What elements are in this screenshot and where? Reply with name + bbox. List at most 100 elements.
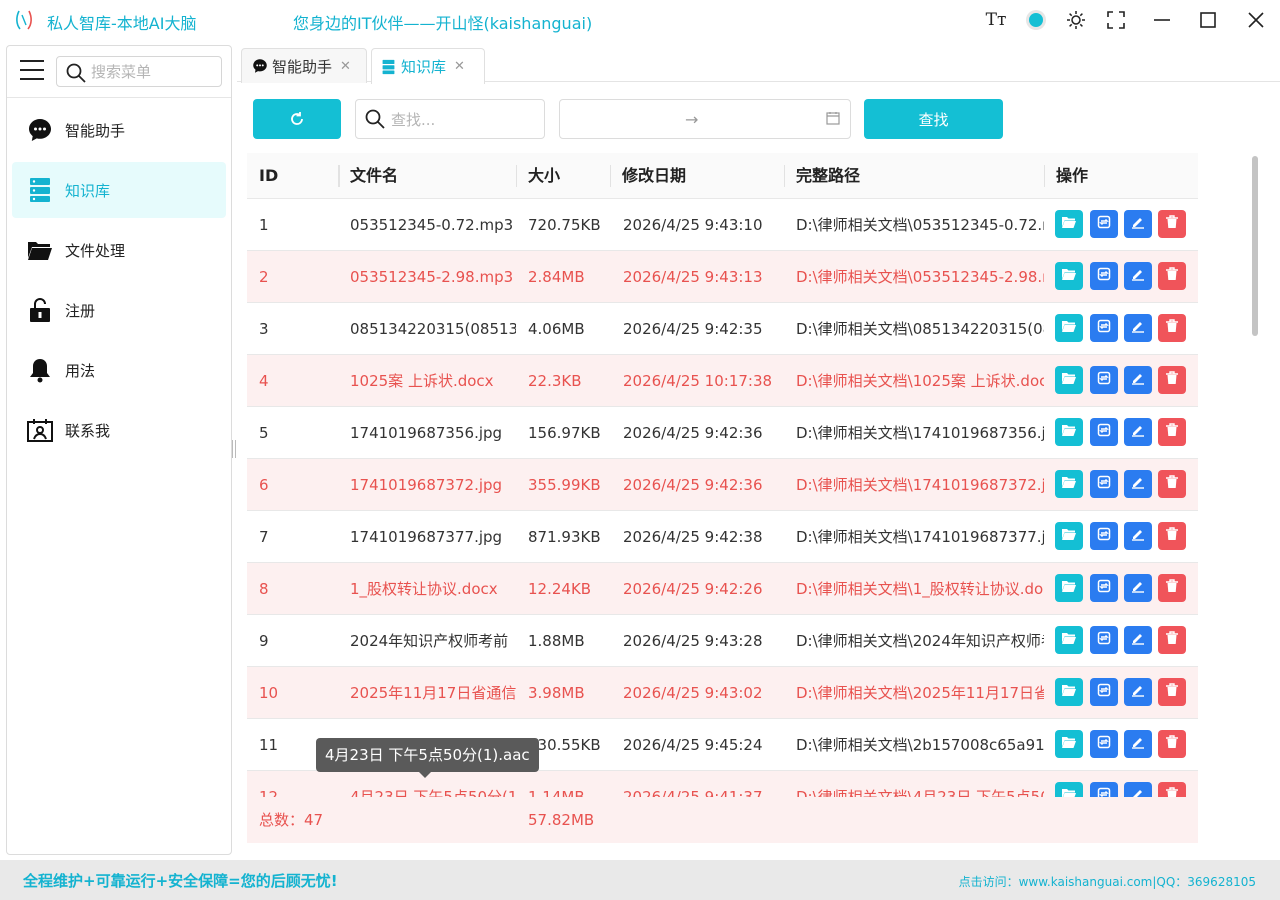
refresh-button[interactable] bbox=[253, 99, 341, 139]
hamburger-icon[interactable] bbox=[20, 60, 44, 82]
footer-website-link[interactable]: 点击访问：www.kaishanguai.com|QQ：369628105 bbox=[959, 873, 1256, 890]
sync-button[interactable] bbox=[1090, 626, 1118, 654]
find-button[interactable]: 查找 bbox=[864, 99, 1003, 139]
table-row[interactable]: 7 1741019687377.jpg 871.93KB 2026/4/25 9:42… bbox=[247, 511, 1198, 563]
open-folder-button[interactable] bbox=[1055, 418, 1083, 446]
open-folder-button[interactable] bbox=[1055, 626, 1083, 654]
font-size-icon[interactable]: Tт bbox=[984, 8, 1008, 32]
table-row[interactable]: 10 2025年11月17日省通信 3.98MB 2026/4/25 9:43:02 D… bbox=[247, 667, 1198, 719]
sidebar-item-file-processing[interactable]: 文件处理 bbox=[12, 222, 226, 278]
sidebar-item-contact[interactable]: 联系我 bbox=[12, 402, 226, 458]
open-folder-button[interactable] bbox=[1055, 366, 1083, 394]
splitter-handle[interactable] bbox=[232, 440, 236, 458]
table-row[interactable]: 5 1741019687356.jpg 156.97KB 2026/4/25 9:42… bbox=[247, 407, 1198, 459]
cell-id: 6 bbox=[259, 476, 269, 494]
minimize-icon[interactable] bbox=[1150, 8, 1174, 32]
app-title: 私人智库-本地AI大脑 bbox=[47, 14, 197, 33]
open-folder-button[interactable] bbox=[1055, 574, 1083, 602]
open-folder-button[interactable] bbox=[1055, 782, 1083, 797]
menu-search[interactable] bbox=[56, 56, 222, 87]
sidebar-item-knowledge[interactable]: 知识库 bbox=[12, 162, 226, 218]
status-footer: 全程维护+可靠运行+安全保障=您的后顾无忧! 点击访问：www.kaishang… bbox=[0, 860, 1280, 900]
tab-close-icon[interactable]: ✕ bbox=[454, 59, 465, 74]
table-row[interactable]: 12 4月23日 下午5点50分(1).aac 1.14MB 2026/4/25 9:… bbox=[247, 771, 1198, 797]
sidebar-item-usage[interactable]: 用法 bbox=[12, 342, 226, 398]
edit-icon bbox=[1131, 215, 1145, 233]
delete-button[interactable] bbox=[1158, 262, 1186, 290]
file-search[interactable] bbox=[355, 99, 545, 139]
edit-button[interactable] bbox=[1124, 470, 1152, 498]
open-folder-button[interactable] bbox=[1055, 262, 1083, 290]
edit-button[interactable] bbox=[1124, 210, 1152, 238]
open-folder-button[interactable] bbox=[1055, 678, 1083, 706]
delete-button[interactable] bbox=[1158, 678, 1186, 706]
cell-filename: 1741019687372.jpg bbox=[350, 476, 503, 494]
tab-close-icon[interactable]: ✕ bbox=[340, 59, 351, 74]
sync-button[interactable] bbox=[1090, 574, 1118, 602]
maximize-icon[interactable] bbox=[1196, 8, 1220, 32]
tab-label: 智能助手 bbox=[272, 57, 333, 76]
delete-button[interactable] bbox=[1158, 574, 1186, 602]
delete-button[interactable] bbox=[1158, 470, 1186, 498]
row-actions bbox=[1055, 210, 1195, 240]
close-icon[interactable] bbox=[1244, 8, 1268, 32]
delete-button[interactable] bbox=[1158, 626, 1186, 654]
table-row[interactable]: 9 2024年知识产权师考前 1.88MB 2026/4/25 9:43:28 D:\律… bbox=[247, 615, 1198, 667]
tab-knowledge[interactable]: 知识库 ✕ bbox=[371, 48, 485, 84]
edit-button[interactable] bbox=[1124, 522, 1152, 550]
sun-icon[interactable] bbox=[1064, 8, 1088, 32]
sync-button[interactable] bbox=[1090, 678, 1118, 706]
open-folder-button[interactable] bbox=[1055, 470, 1083, 498]
delete-button[interactable] bbox=[1158, 314, 1186, 342]
delete-button[interactable] bbox=[1158, 522, 1186, 550]
trash-icon bbox=[1165, 735, 1179, 753]
edit-button[interactable] bbox=[1124, 262, 1152, 290]
edit-button[interactable] bbox=[1124, 626, 1152, 654]
delete-button[interactable] bbox=[1158, 366, 1186, 394]
edit-button[interactable] bbox=[1124, 678, 1152, 706]
edit-button[interactable] bbox=[1124, 314, 1152, 342]
tab-assistant[interactable]: 智能助手 ✕ bbox=[241, 48, 367, 83]
row-actions bbox=[1055, 782, 1195, 797]
total-count: 总数：47 bbox=[259, 811, 324, 829]
theme-color-icon[interactable] bbox=[1024, 8, 1048, 32]
fullscreen-icon[interactable] bbox=[1104, 8, 1128, 32]
sync-button[interactable] bbox=[1090, 314, 1118, 342]
edit-button[interactable] bbox=[1124, 574, 1152, 602]
sync-button[interactable] bbox=[1090, 730, 1118, 758]
open-folder-button[interactable] bbox=[1055, 210, 1083, 238]
edit-button[interactable] bbox=[1124, 418, 1152, 446]
sync-icon bbox=[1097, 735, 1111, 753]
delete-button[interactable] bbox=[1158, 730, 1186, 758]
edit-button[interactable] bbox=[1124, 730, 1152, 758]
sidebar-item-assistant[interactable]: 智能助手 bbox=[12, 102, 226, 158]
table-row[interactable]: 8 1_股权转让协议.docx 12.24KB 2026/4/25 9:42:26 D:… bbox=[247, 563, 1198, 615]
date-range-picker[interactable]: → bbox=[559, 99, 851, 139]
sync-button[interactable] bbox=[1090, 522, 1118, 550]
edit-button[interactable] bbox=[1124, 366, 1152, 394]
delete-button[interactable] bbox=[1158, 418, 1186, 446]
menu-search-input[interactable] bbox=[91, 62, 216, 82]
open-folder-button[interactable] bbox=[1055, 522, 1083, 550]
table-scrollbar[interactable] bbox=[1252, 156, 1258, 336]
sync-button[interactable] bbox=[1090, 366, 1118, 394]
table-row[interactable]: 1 053512345-0.72.mp3 720.75KB 2026/4/25 9:4… bbox=[247, 199, 1198, 251]
sync-button[interactable] bbox=[1090, 262, 1118, 290]
sidebar-item-register[interactable]: 注册 bbox=[12, 282, 226, 338]
table-row[interactable]: 2 053512345-2.98.mp3 2.84MB 2026/4/25 9:43:… bbox=[247, 251, 1198, 303]
delete-button[interactable] bbox=[1158, 210, 1186, 238]
sync-button[interactable] bbox=[1090, 782, 1118, 797]
table-row[interactable]: 4 1025案 上诉状.docx 22.3KB 2026/4/25 10:17:38 D… bbox=[247, 355, 1198, 407]
sync-button[interactable] bbox=[1090, 418, 1118, 446]
cell-filename: 4月23日 下午5点50分(1).aac bbox=[350, 788, 516, 797]
sync-button[interactable] bbox=[1090, 210, 1118, 238]
edit-button[interactable] bbox=[1124, 782, 1152, 797]
open-folder-button[interactable] bbox=[1055, 314, 1083, 342]
open-folder-button[interactable] bbox=[1055, 730, 1083, 758]
edit-icon bbox=[1131, 579, 1145, 597]
file-search-input[interactable] bbox=[391, 110, 531, 130]
table-row[interactable]: 6 1741019687372.jpg 355.99KB 2026/4/25 9:42… bbox=[247, 459, 1198, 511]
sync-button[interactable] bbox=[1090, 470, 1118, 498]
delete-button[interactable] bbox=[1158, 782, 1186, 797]
table-row[interactable]: 3 085134220315(085134220315) 4.06MB 2026/4/… bbox=[247, 303, 1198, 355]
